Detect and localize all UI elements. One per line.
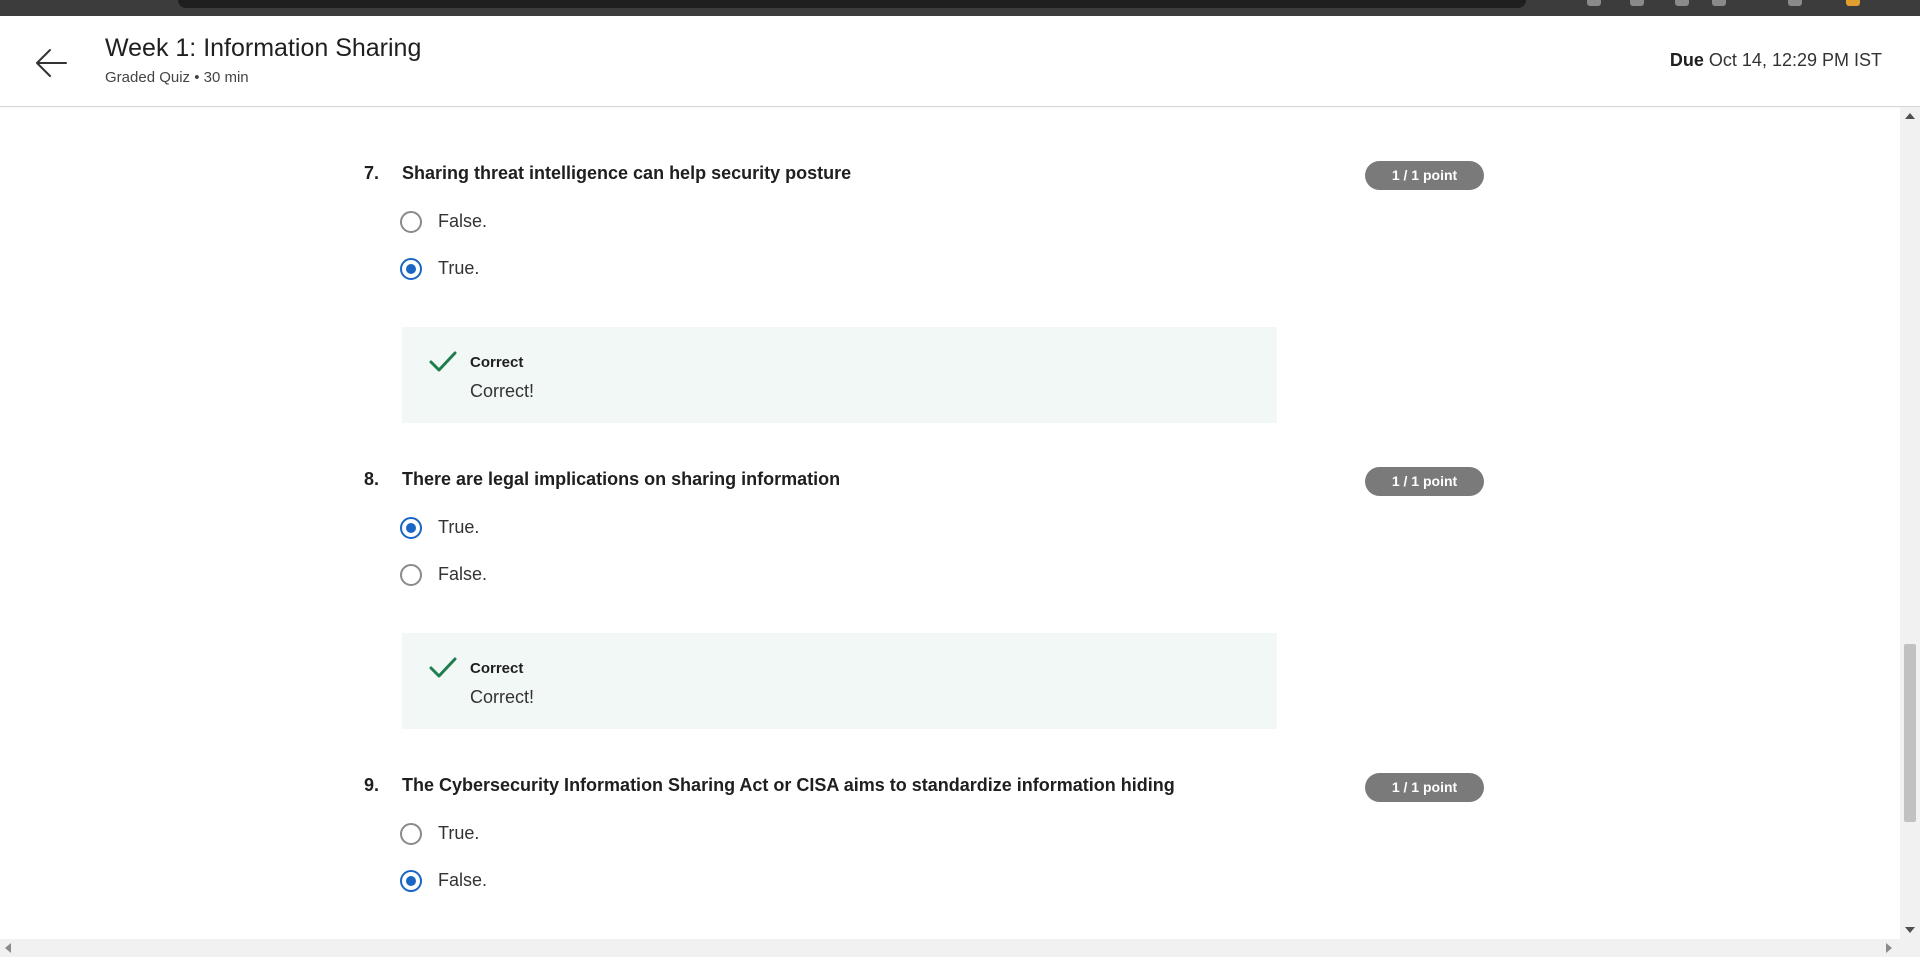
question-text: The Cybersecurity Information Sharing Ac… <box>402 775 1175 795</box>
radio-button-selected[interactable] <box>400 517 422 539</box>
radio-button[interactable] <box>400 211 422 233</box>
question-text: Sharing threat intelligence can help sec… <box>402 163 852 183</box>
scroll-up-arrow-icon[interactable] <box>1905 113 1915 119</box>
scrollbar-thumb[interactable] <box>1904 644 1916 822</box>
toolbar-icon[interactable] <box>1587 0 1601 6</box>
profile-icon[interactable] <box>1846 0 1860 6</box>
quiz-content: 7. Sharing threat intelligence can help … <box>0 107 1900 939</box>
radio-button[interactable] <box>400 823 422 845</box>
scroll-left-arrow-icon[interactable] <box>5 943 11 953</box>
vertical-scrollbar[interactable] <box>1900 107 1920 939</box>
due-label: Due <box>1669 50 1704 70</box>
due-value: Oct 14, 12:29 PM IST <box>1708 50 1882 70</box>
feedback-title: Correct <box>470 660 524 677</box>
points-badge: 1 / 1 point <box>1365 161 1484 190</box>
page-subtitle: Graded Quiz • 30 min <box>105 69 249 86</box>
option-label: False. <box>438 870 488 890</box>
back-button[interactable] <box>30 41 74 85</box>
option-label: True. <box>438 258 480 278</box>
feedback-box: Correct Correct! <box>402 327 1277 423</box>
feedback-title: Correct <box>470 354 524 371</box>
option-label: False. <box>438 211 488 231</box>
arrow-left-icon <box>36 49 67 77</box>
question-number: 9. <box>364 775 380 795</box>
question-number: 7. <box>364 163 380 183</box>
option-label: False. <box>438 564 488 584</box>
toolbar-icon[interactable] <box>1788 0 1802 6</box>
points-badge: 1 / 1 point <box>1365 773 1484 802</box>
horizontal-scrollbar[interactable] <box>0 939 1920 957</box>
radio-button-selected[interactable] <box>400 870 422 892</box>
quiz-header: Week 1: Information Sharing Graded Quiz … <box>0 16 1920 107</box>
option-label: True. <box>438 823 480 843</box>
question-number: 8. <box>364 469 380 489</box>
option-label: True. <box>438 517 480 537</box>
due-date: Due Oct 14, 12:29 PM IST <box>1670 50 1882 71</box>
feedback-text: Correct! <box>470 381 535 401</box>
points-badge: 1 / 1 point <box>1365 467 1484 496</box>
question-text: There are legal implications on sharing … <box>402 469 841 489</box>
checkmark-icon <box>429 657 457 678</box>
scroll-right-arrow-icon[interactable] <box>1886 943 1892 953</box>
radio-button-selected[interactable] <box>400 258 422 280</box>
checkmark-icon <box>429 351 457 372</box>
page-title: Week 1: Information Sharing <box>105 34 422 62</box>
radio-button[interactable] <box>400 564 422 586</box>
feedback-text: Correct! <box>470 687 535 707</box>
toolbar-icon[interactable] <box>1675 0 1689 6</box>
browser-top-strip <box>0 0 1920 16</box>
address-bar[interactable] <box>178 0 1526 8</box>
toolbar-icon[interactable] <box>1630 0 1644 6</box>
scroll-down-arrow-icon[interactable] <box>1905 927 1915 933</box>
feedback-box: Correct Correct! <box>402 633 1277 729</box>
toolbar-icon[interactable] <box>1712 0 1726 6</box>
